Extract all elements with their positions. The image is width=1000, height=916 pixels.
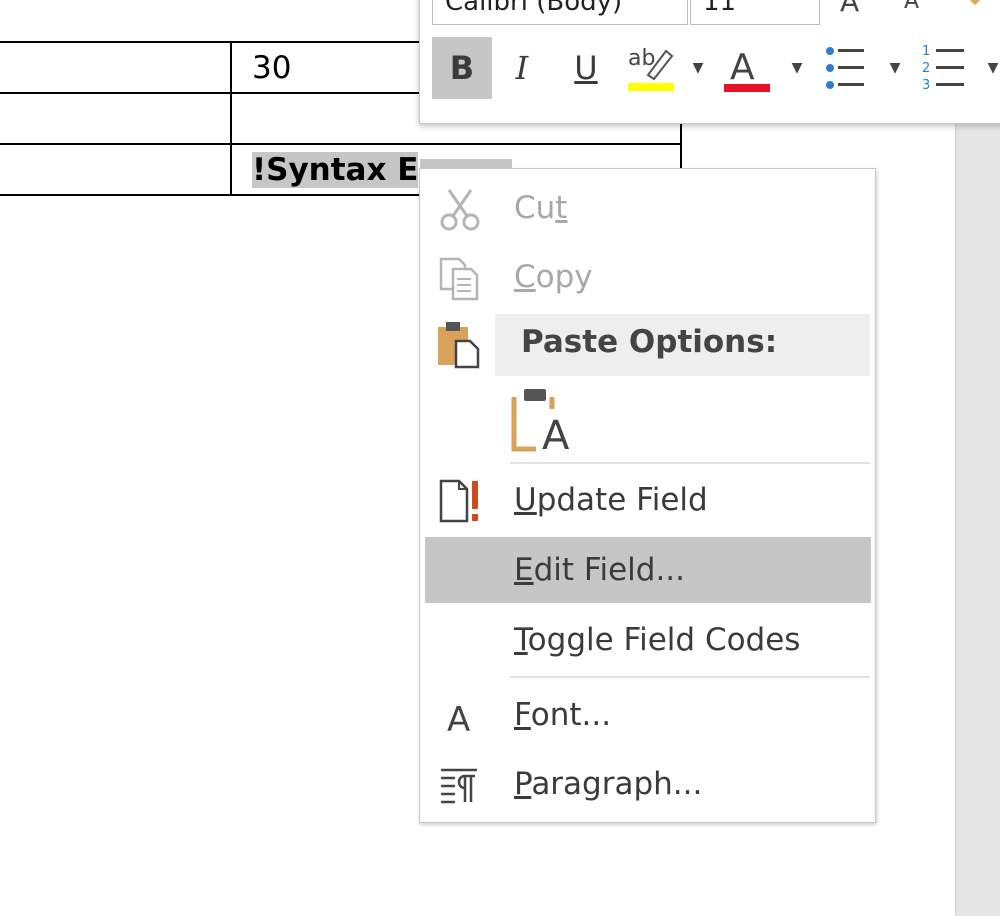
svg-text:A: A bbox=[447, 700, 470, 739]
numbering-button[interactable]: 1 2 3 bbox=[922, 37, 970, 99]
menu-item-label: Update Field bbox=[514, 482, 708, 518]
svg-text:3: 3 bbox=[922, 78, 930, 93]
font-icon: A bbox=[435, 692, 485, 740]
highlight-button[interactable]: ab bbox=[626, 37, 678, 99]
menu-item-label: Copy bbox=[514, 259, 593, 295]
svg-text:1: 1 bbox=[922, 44, 930, 59]
svg-text:A: A bbox=[730, 47, 755, 88]
table-cell[interactable] bbox=[0, 41, 232, 94]
bold-button[interactable]: B bbox=[432, 37, 492, 99]
paste-options-label: Paste Options: bbox=[521, 324, 778, 360]
numbered-list-icon: 1 2 3 bbox=[922, 44, 964, 93]
menu-item-label: Cut bbox=[514, 190, 568, 226]
menu-item-cut[interactable]: Cut bbox=[425, 175, 871, 241]
shrink-font-icon[interactable]: A bbox=[904, 0, 919, 14]
format-painter-icon[interactable] bbox=[960, 0, 990, 6]
svg-text:A: A bbox=[542, 413, 570, 453]
highlighter-icon: ab bbox=[628, 46, 674, 91]
underline-button[interactable]: U bbox=[566, 37, 606, 99]
font-size-combobox[interactable]: 11 bbox=[690, 0, 820, 25]
menu-item-edit-field[interactable]: Edit Field... bbox=[425, 537, 871, 603]
page-gutter bbox=[955, 0, 1000, 916]
menu-item-update-field[interactable]: Update Field bbox=[425, 467, 871, 533]
paragraph-icon bbox=[435, 761, 485, 809]
paste-keep-text-only-button[interactable]: A bbox=[508, 383, 576, 459]
table-cell[interactable] bbox=[0, 92, 232, 145]
menu-item-label: Edit Field... bbox=[514, 552, 686, 588]
font-color-dropdown-arrow[interactable]: ▼ bbox=[787, 37, 807, 99]
update-field-icon bbox=[435, 477, 485, 525]
highlight-dropdown-arrow[interactable]: ▼ bbox=[688, 37, 708, 99]
scissors-icon bbox=[435, 185, 485, 233]
menu-item-font[interactable]: A Font... bbox=[425, 682, 871, 748]
table-cell[interactable] bbox=[0, 143, 232, 196]
svg-text:2: 2 bbox=[922, 61, 930, 76]
menu-item-copy[interactable]: Copy bbox=[425, 244, 871, 310]
menu-separator bbox=[510, 462, 870, 464]
font-color-icon: A bbox=[724, 47, 770, 92]
paste-options-header: Paste Options: bbox=[495, 314, 870, 376]
bullets-button[interactable] bbox=[824, 37, 868, 99]
copy-icon bbox=[435, 254, 485, 302]
menu-item-label: Toggle Field Codes bbox=[514, 622, 801, 658]
numbering-dropdown-arrow[interactable]: ▼ bbox=[983, 37, 1000, 99]
selected-field-result[interactable]: !Syntax E bbox=[252, 151, 419, 188]
svg-text:ab: ab bbox=[628, 46, 655, 71]
bullet-list-icon bbox=[826, 47, 864, 89]
mini-toolbar: Calibri (Body) 11 A A B I U ab ▼ A ▼ ▼ 1… bbox=[419, 0, 1000, 124]
menu-item-label: Paragraph... bbox=[514, 766, 703, 802]
bullets-dropdown-arrow[interactable]: ▼ bbox=[885, 37, 905, 99]
paste-icon bbox=[434, 319, 484, 369]
font-name-combobox[interactable]: Calibri (Body) bbox=[432, 0, 688, 25]
menu-item-paragraph[interactable]: Paragraph... bbox=[425, 751, 871, 817]
grow-font-icon[interactable]: A bbox=[840, 0, 859, 18]
font-color-button[interactable]: A bbox=[722, 37, 774, 99]
menu-item-label: Font... bbox=[514, 697, 612, 733]
menu-separator bbox=[510, 676, 870, 678]
context-menu: Cut Copy Paste Options: A Update Field E… bbox=[419, 168, 876, 823]
italic-button[interactable]: I bbox=[502, 37, 542, 99]
menu-item-toggle-field-codes[interactable]: Toggle Field Codes bbox=[425, 607, 871, 673]
paste-keep-text-only-icon: A bbox=[511, 389, 570, 459]
